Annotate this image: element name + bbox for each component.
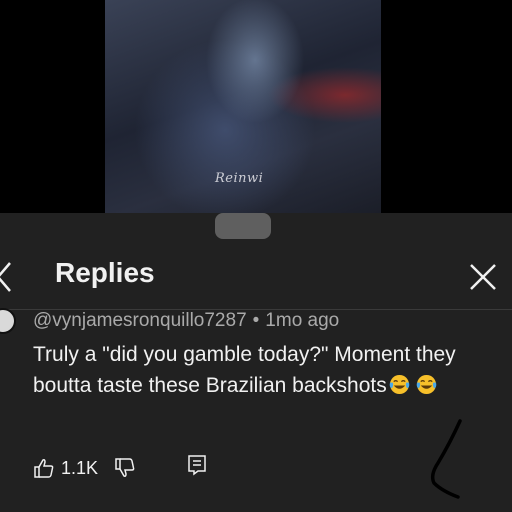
thumbs-up-icon[interactable] <box>33 457 55 479</box>
comment-body: Truly a "did you gamble today?" Moment t… <box>33 339 493 401</box>
meta-separator: • <box>252 310 260 331</box>
thumbs-down-icon[interactable] <box>114 457 136 479</box>
face-with-tears-of-joy-icon <box>416 374 437 395</box>
face-with-tears-of-joy-icon <box>389 374 410 395</box>
comment-time: 1mo ago <box>265 310 340 331</box>
comment-actions: 1.1K <box>33 453 206 483</box>
sheet-title: Replies <box>55 257 155 288</box>
chevron-left-icon[interactable] <box>0 261 12 293</box>
like-count: 1.1K <box>61 457 99 478</box>
close-icon[interactable] <box>466 260 500 294</box>
video-watermark: Reinwi <box>215 171 264 186</box>
video-frame[interactable]: Reinwi <box>105 0 381 213</box>
handwritten-mark <box>430 419 462 499</box>
replies-sheet: Replies @vynjamesronquillo7287 • 1mo ago T… <box>0 213 512 512</box>
sheet-header: Replies <box>0 249 512 313</box>
reply-icon[interactable] <box>186 454 208 476</box>
comment-meta: @vynjamesronquillo7287 • 1mo ago <box>33 310 339 332</box>
comment-author[interactable]: @vynjamesronquillo7287 <box>33 310 247 331</box>
video-player[interactable]: Reinwi <box>0 0 512 213</box>
drag-handle[interactable] <box>215 213 271 239</box>
